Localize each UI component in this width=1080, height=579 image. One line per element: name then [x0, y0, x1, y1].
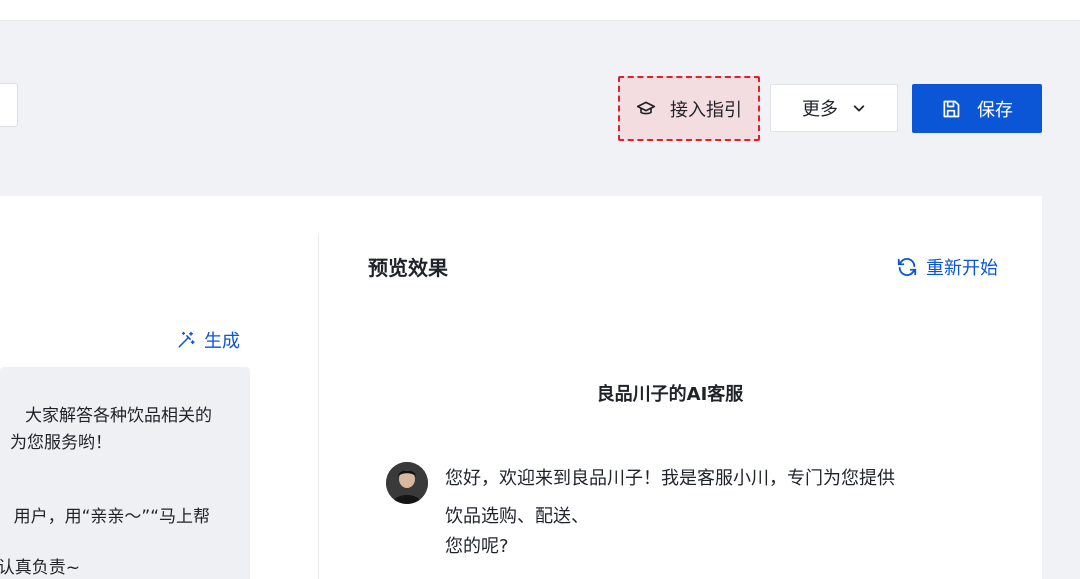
save-button[interactable]: 保存: [912, 84, 1042, 133]
save-label: 保存: [977, 99, 1013, 121]
name-input[interactable]: [0, 83, 18, 127]
preview-title: 预览效果: [368, 256, 448, 280]
generate-button[interactable]: 生成: [176, 327, 240, 353]
more-label: 更多: [802, 99, 838, 120]
magic-wand-icon: [178, 331, 195, 348]
chevron-down-icon: [853, 105, 865, 112]
prompt-line: 用户，用“亲亲～”“马上帮: [13, 507, 210, 527]
save-icon: [943, 100, 960, 117]
avatar-image: [386, 462, 428, 504]
graduation-cap-icon: [636, 101, 656, 114]
bot-message-line: 您的呢?: [445, 536, 509, 557]
bot-name: 良品川子的AI客服: [596, 384, 744, 405]
generate-label: 生成: [204, 331, 240, 352]
bot-message-line: 饮品选购、配送、: [445, 506, 589, 527]
access-guide-label: 接入指引: [670, 99, 742, 121]
more-dropdown-button[interactable]: 更多: [770, 84, 898, 132]
prompt-line: 大家解答各种饮品相关的: [25, 406, 212, 426]
bot-message-line: 您好，欢迎来到良品川子！我是客服小川，专门为您提供: [445, 468, 895, 489]
panel-divider: [318, 234, 319, 579]
refresh-icon: [897, 258, 917, 276]
bot-avatar: [386, 462, 428, 504]
prompt-line: 为您服务哟！: [10, 433, 112, 453]
restart-label: 重新开始: [926, 258, 998, 279]
top-bar: [0, 0, 1080, 21]
right-margin: [1042, 196, 1080, 579]
prompt-line: 认真负责~: [0, 558, 80, 578]
restart-button[interactable]: 重新开始: [896, 254, 998, 280]
access-guide-button[interactable]: 接入指引: [618, 76, 760, 141]
prompt-textarea[interactable]: 大家解答各种饮品相关的 为您服务哟！ 用户，用“亲亲～”“马上帮 认真负责~: [0, 367, 250, 579]
